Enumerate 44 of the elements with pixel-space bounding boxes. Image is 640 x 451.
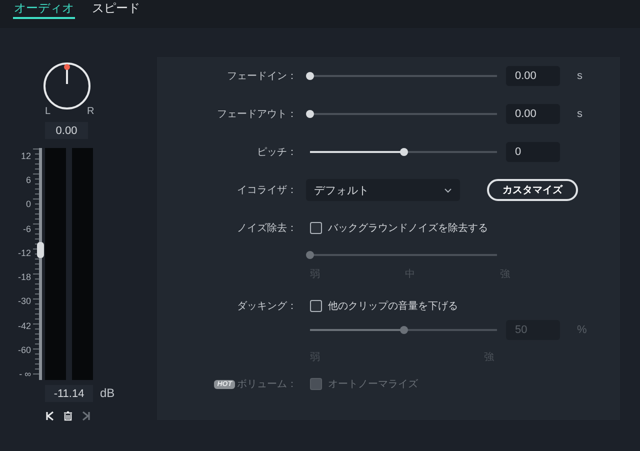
equalizer-dropdown[interactable]: デフォルト bbox=[306, 179, 460, 201]
scale-label: -60 bbox=[18, 344, 31, 356]
skip-back-icon[interactable] bbox=[45, 411, 55, 421]
scale-label: -12 bbox=[18, 248, 31, 259]
value-field[interactable]: 0.00 bbox=[506, 104, 560, 124]
unit-label: s bbox=[577, 108, 582, 120]
trash-icon[interactable] bbox=[63, 411, 73, 421]
tab[interactable]: オーディオ bbox=[13, 0, 75, 19]
scale-label: -30 bbox=[18, 296, 31, 308]
tab[interactable]: スピード bbox=[91, 0, 141, 19]
setting-label: ダッキング： bbox=[237, 300, 297, 313]
scale-label: - ∞ bbox=[19, 368, 31, 380]
unit-label: s bbox=[577, 70, 582, 82]
checkbox[interactable] bbox=[310, 222, 322, 234]
checkbox-label: オートノーマライズ bbox=[328, 378, 418, 391]
scale-label: 12 bbox=[20, 151, 31, 162]
checkbox-label: バックグラウンドノイズを除去する bbox=[328, 222, 488, 235]
value-field[interactable]: 0.00 bbox=[506, 66, 560, 86]
customize-button[interactable]: カスタマイズ bbox=[487, 179, 578, 201]
slider[interactable] bbox=[310, 325, 497, 335]
pan-value[interactable]: 0.00 bbox=[45, 122, 88, 139]
setting-label: イコライザ： bbox=[236, 184, 297, 197]
setting-label: フェードイン： bbox=[226, 70, 297, 83]
checkbox[interactable] bbox=[310, 300, 322, 312]
left-label: L bbox=[45, 106, 51, 117]
unit-label: dB bbox=[100, 386, 115, 400]
checkbox-label: 他のクリップの音量を下げる bbox=[328, 300, 458, 313]
scale-label: 0 bbox=[26, 199, 31, 210]
volume-slider[interactable] bbox=[39, 148, 42, 380]
setting-label: ノイズ除去： bbox=[237, 222, 297, 235]
slider[interactable] bbox=[310, 147, 497, 157]
scale-label: 6 bbox=[26, 175, 31, 186]
right-label: R bbox=[87, 106, 94, 117]
scale-label: -6 bbox=[22, 224, 31, 235]
setting-label: フェードアウト： bbox=[216, 108, 297, 121]
setting-label: ボリューム： bbox=[237, 378, 297, 391]
scale-label: -18 bbox=[18, 272, 31, 284]
setting-label: ピッチ： bbox=[256, 146, 297, 159]
unit-label: % bbox=[577, 324, 587, 336]
value-field[interactable]: 0 bbox=[506, 142, 560, 162]
volume-value[interactable]: -11.14 bbox=[45, 385, 93, 402]
chevron-down-icon bbox=[444, 188, 452, 192]
skip-forward-icon[interactable] bbox=[81, 411, 91, 421]
scale-label: -42 bbox=[18, 320, 31, 332]
